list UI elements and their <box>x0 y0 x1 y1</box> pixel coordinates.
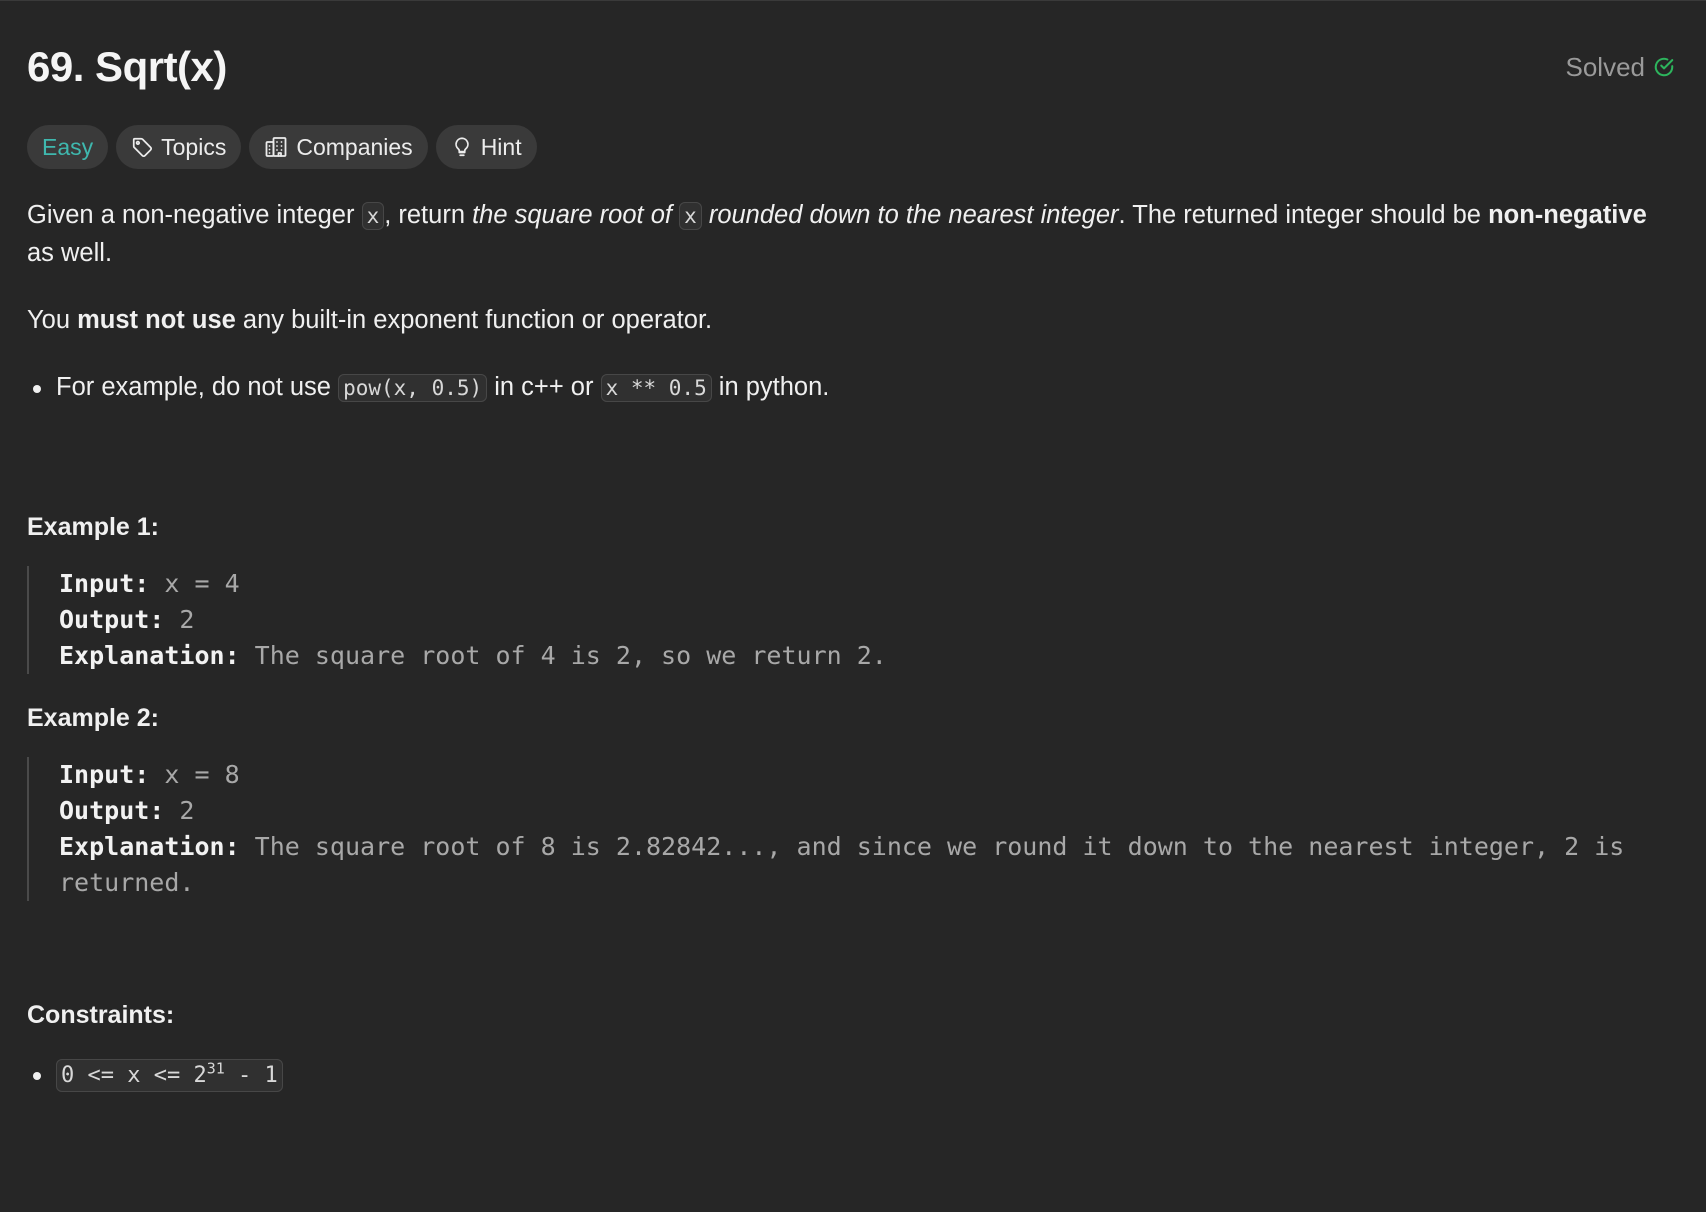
description-emphasis: rounded down to the nearest integer <box>708 201 1119 229</box>
list-text: For example, do not use <box>56 373 339 401</box>
example-explanation: Explanation: The square root of 4 is 2, … <box>59 638 1679 674</box>
list-item: For example, do not use pow(x, 0.5) in c… <box>27 369 1679 407</box>
description-text: , return <box>384 201 473 229</box>
list-item: 0 <= x <= 231 - 1 <box>27 1056 1679 1094</box>
problem-title: 69. Sqrt(x) <box>27 43 227 90</box>
description-text <box>672 201 679 229</box>
restriction-text: any built-in exponent function or operat… <box>235 306 713 334</box>
constraint-text: 0 <= x <= 2 <box>61 1063 207 1088</box>
constraints-list: 0 <= x <= 231 - 1 <box>27 1056 1679 1094</box>
problem-content: Given a non-negative integer x, return t… <box>27 197 1679 1094</box>
output-value: 2 <box>164 605 195 634</box>
tag-icon <box>131 136 153 158</box>
lightbulb-icon <box>451 136 473 158</box>
description-bold: non-negative <box>1488 201 1647 229</box>
explanation-value: The square root of 8 is 2.82842..., and … <box>59 832 1625 897</box>
restriction-paragraph: You must not use any built-in exponent f… <box>27 302 1679 339</box>
inline-code-power-operator: x ** 0.5 <box>600 374 712 402</box>
problem-header: 69. Sqrt(x) Solved <box>27 1 1679 133</box>
input-label: Input: <box>59 760 150 789</box>
example-2-block: Input: x = 8 Output: 2 Explanation: The … <box>27 757 1679 901</box>
example-input: Input: x = 4 <box>59 566 1679 602</box>
problem-description-panel: 69. Sqrt(x) Solved Easy Topics Companies… <box>0 0 1706 1212</box>
input-label: Input: <box>59 569 150 598</box>
example-input: Input: x = 8 <box>59 757 1679 793</box>
list-text: in c++ or <box>487 373 601 401</box>
description-text <box>702 201 709 229</box>
topics-label: Topics <box>161 133 227 160</box>
description-text: . The returned integer should be <box>1118 201 1489 229</box>
companies-button[interactable]: Companies <box>249 125 428 169</box>
constraint-exponent: 31 <box>206 1059 225 1078</box>
tag-row: Easy Topics Companies Hint <box>27 125 1679 169</box>
explanation-label: Explanation: <box>59 641 240 670</box>
description-paragraph: Given a non-negative integer x, return t… <box>27 197 1679 272</box>
constraints-title: Constraints: <box>27 1001 175 1029</box>
example-1-block: Input: x = 4 Output: 2 Explanation: The … <box>27 566 1679 674</box>
topics-button[interactable]: Topics <box>116 125 242 169</box>
constraint-text: - 1 <box>224 1063 278 1088</box>
restriction-text: You <box>27 306 78 334</box>
output-label: Output: <box>59 605 165 634</box>
explanation-label: Explanation: <box>59 832 240 861</box>
example-1-title: Example 1: <box>27 513 160 541</box>
difficulty-label: Easy <box>42 133 94 160</box>
hint-button[interactable]: Hint <box>435 125 537 169</box>
list-text: in python. <box>711 373 830 401</box>
explanation-value: The square root of 4 is 2, so we return … <box>239 641 887 670</box>
solved-label: Solved <box>1565 51 1646 82</box>
example-2-title: Example 2: <box>27 704 160 732</box>
inline-code-x: x <box>679 202 702 230</box>
restriction-list: For example, do not use pow(x, 0.5) in c… <box>27 369 1679 407</box>
output-label: Output: <box>59 796 165 825</box>
example-explanation: Explanation: The square root of 8 is 2.8… <box>59 829 1679 901</box>
input-value: x = 4 <box>149 569 240 598</box>
example-output: Output: 2 <box>59 602 1679 638</box>
companies-label: Companies <box>296 133 413 160</box>
example-output: Output: 2 <box>59 793 1679 829</box>
restriction-bold: must not use <box>77 306 236 334</box>
description-text: Given a non-negative integer <box>27 201 362 229</box>
check-circle-icon <box>1653 56 1675 78</box>
output-value: 2 <box>164 796 195 825</box>
description-text: as well. <box>27 239 113 267</box>
solved-status: Solved <box>1566 52 1676 83</box>
inline-code-x: x <box>361 202 385 230</box>
constraint-code: 0 <= x <= 231 - 1 <box>56 1059 283 1092</box>
description-emphasis: the square root of <box>472 201 672 229</box>
building-icon <box>264 135 288 159</box>
inline-code-pow: pow(x, 0.5) <box>338 374 488 402</box>
input-value: x = 8 <box>149 760 240 789</box>
hint-label: Hint <box>480 133 522 160</box>
difficulty-badge: Easy <box>27 125 109 169</box>
